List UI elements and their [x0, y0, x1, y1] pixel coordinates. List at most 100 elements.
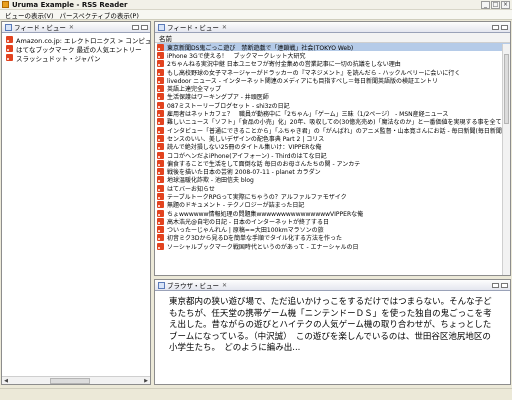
rss-feed-icon — [157, 68, 164, 76]
scroll-thumb[interactable] — [504, 54, 509, 124]
feed-view-tab[interactable]: フィード・ビュー ✕ — [155, 22, 510, 33]
feed-item[interactable]: 東京新聞DS鬼ごっこ遊び 禁断遊戯で「連鎖戦」社会(TOKYO Web) — [157, 43, 510, 52]
feed-item-label: ちょwwwwww情報処理の問題集wwwwwwwwwwwwwwwVIPPERな俺 — [167, 210, 364, 218]
feed-item-label: 偏食することで生活をして面倒な話 毎日のお母さんたちの関 - アンカテ — [167, 160, 361, 168]
rss-feed-icon — [157, 168, 164, 176]
rss-feed-icon — [157, 184, 164, 192]
feed-item-label: iPhone 3Gで使える！ ブックマークレット大研究 — [167, 52, 306, 60]
maximize-view-button[interactable] — [501, 24, 508, 30]
feed-item-label: はてバーお知らせ — [167, 185, 215, 193]
subscription-view-tab[interactable]: フィード・ビュー ✕ — [2, 22, 150, 33]
scroll-left-icon[interactable]: ◀ — [2, 377, 10, 385]
view-icon — [158, 281, 165, 289]
maximize-view-button[interactable] — [501, 282, 508, 288]
rss-feed-icon — [157, 242, 164, 250]
name-column-header[interactable]: 名前 — [155, 33, 510, 43]
subscription-item[interactable]: スラッシュドット・ジャパン — [6, 53, 150, 63]
feed-item-label: もし高校野球の女子マネージャーがドラッカーの『マネジメント』を読んだら - ハッ… — [167, 69, 461, 77]
feed-item-label: インタビュー「普通にできることから」「ふちゃき君」の「がんばれ」のアニメ監督・山… — [167, 127, 505, 135]
feed-view-tab-label: フィード・ビュー — [167, 24, 219, 32]
feed-item[interactable]: livedoor ニュース - インターネット関連のメディアにも目指すべし＝毎日… — [157, 76, 510, 84]
app-icon — [2, 1, 9, 8]
rss-feed-icon — [6, 45, 13, 52]
view-controls — [492, 282, 508, 288]
close-button[interactable]: × — [501, 0, 510, 9]
feed-item[interactable]: ココがヘンだよiPhone(アイフォーン) - Thirdのはてな日記 — [157, 151, 510, 159]
feed-item[interactable]: 難しいニュース「ソフト」「食品の小売」化」20年、吸収しての(30億兆売め)「魔… — [157, 118, 510, 126]
name-column-header-label: 名前 — [159, 34, 172, 43]
feed-item[interactable]: 初音ミク3Dから見るDを簡単な手順でタイル化する方法を作った — [157, 234, 510, 242]
feed-list: 東京新聞DS鬼ごっこ遊び 禁断遊戯で「連鎖戦」社会(TOKYO Web) iPho… — [155, 43, 510, 250]
feed-item[interactable]: インタビュー「普通にできることから」「ふちゃき君」の「がんばれ」のアニメ監督・山… — [157, 126, 510, 134]
minimize-view-button[interactable] — [492, 24, 499, 30]
feed-item[interactable]: ついったーじゃんれん | 原稿==大田100kmマラソンの旅 — [157, 226, 510, 234]
close-icon[interactable]: ✕ — [222, 282, 227, 289]
window-title: Uruma Example - RSS Reader — [12, 0, 128, 9]
view-icon — [5, 23, 12, 31]
rss-feed-icon — [157, 101, 164, 109]
title-bar: Uruma Example - RSS Reader _ □ × — [0, 0, 512, 10]
feed-item-label: ココがヘンだよiPhone(アイフォーン) - Thirdのはてな日記 — [167, 152, 327, 160]
rss-feed-icon — [157, 110, 164, 118]
article-text: 東京都内の狭い遊び場で、ただ追いかけっこをするだけではつまらない。そんな子どもた… — [169, 297, 492, 353]
rss-feed-icon — [157, 76, 164, 84]
feed-item[interactable]: 偏食することで生活をして面倒な話 毎日のお母さんたちの関 - アンカテ — [157, 159, 510, 167]
browser-view-tab-label: ブラウザ・ビュー — [167, 282, 219, 290]
feed-item[interactable]: 英語上達完全マップ — [157, 84, 510, 93]
feed-item-label: 無題のドキュメント - テクノロジーが詰まった日記 — [167, 202, 305, 209]
rss-feed-icon — [6, 36, 13, 43]
rss-feed-icon — [157, 209, 164, 217]
maximize-button[interactable]: □ — [491, 0, 500, 9]
feed-item-label: 戦後を描いた日本の芸術 2008-07-11 - planet カラダン — [167, 169, 321, 176]
vertical-scrollbar[interactable] — [502, 44, 510, 275]
rss-feed-icon — [157, 217, 164, 225]
rss-feed-icon — [157, 159, 164, 167]
rss-feed-icon — [157, 43, 164, 51]
feed-item[interactable]: 087ミストーリーブログセット - shi3zの日記 — [157, 101, 510, 109]
rss-feed-icon — [157, 151, 164, 159]
minimize-button[interactable]: _ — [481, 0, 490, 9]
browser-view-tab[interactable]: ブラウザ・ビュー ✕ — [155, 280, 510, 291]
minimize-view-button[interactable] — [132, 24, 139, 30]
feed-view: フィード・ビュー ✕ 名前 東京新聞DS鬼ごっこ遊び 禁断遊戯で「連鎖戦」社会(… — [154, 21, 511, 276]
feed-item[interactable]: 2ちゃんねる実況中継 日本ユニセフが寄付金集めの営業記事に一切の抗議をしない理由 — [157, 60, 510, 68]
rss-feed-icon — [157, 176, 164, 184]
menu-view[interactable]: ビューの表示(V) — [2, 10, 57, 20]
rss-feed-icon — [157, 93, 164, 101]
feed-item[interactable]: テーブルトークRPGって実際にちゃうの？アルファルファモザイク — [157, 192, 510, 201]
feed-item[interactable]: 生活保護はワーキングプア - 井頭医師 — [157, 93, 510, 101]
feed-item-label: 読んで絶対損しない25冊のタイトル集いけ：VIPPERな俺 — [167, 144, 322, 151]
feed-item[interactable]: はてバーお知らせ — [157, 184, 510, 192]
feed-item[interactable]: ソーシャルブックマーク戦国時代というのがあって - エナーシャルの日 — [157, 242, 510, 250]
close-icon[interactable]: ✕ — [222, 24, 227, 31]
minimize-view-button[interactable] — [492, 282, 499, 288]
rss-feed-icon — [157, 126, 164, 134]
maximize-view-button[interactable] — [141, 24, 148, 30]
menu-perspective[interactable]: パースペクティブの表示(P) — [57, 10, 142, 20]
status-bar — [0, 388, 512, 400]
feed-item[interactable]: 読んで絶対損しない25冊のタイトル集いけ：VIPPERな俺 — [157, 143, 510, 151]
rss-feed-icon — [157, 226, 164, 234]
rss-feed-icon — [157, 118, 164, 126]
scroll-right-icon[interactable]: ▶ — [142, 377, 150, 385]
feed-item[interactable]: 高木浩光@自宅の日記 - 日本のインターネットが終了する日 — [157, 217, 510, 226]
rss-feed-icon — [157, 60, 164, 68]
feed-item[interactable]: iPhone 3Gで使える！ ブックマークレット大研究 — [157, 51, 510, 60]
feed-item[interactable]: ちょwwwwww情報処理の問題集wwwwwwwwwwwwwwwVIPPERな俺 — [157, 209, 510, 217]
feed-item-label: 英語上達完全マップ — [167, 86, 222, 93]
rss-feed-icon — [157, 51, 164, 59]
feed-item-label: センスのいい、美しいデザインの配色事典 Part 2 | コリス — [167, 135, 325, 143]
feed-item[interactable]: 戦後を描いた日本の芸術 2008-07-11 - planet カラダン — [157, 167, 510, 176]
scroll-thumb[interactable] — [50, 377, 90, 384]
feed-item[interactable]: センスのいい、美しいデザインの配色事典 Part 2 | コリス — [157, 134, 510, 143]
feed-item[interactable]: 地球温暖化詐欺 - 池田信夫 blog — [157, 176, 510, 184]
feed-item-label: 雇用者はネットカフェ？ 職員が勤務中に「2ちゃん」「ゲーム」三昧（1/2ページ）… — [167, 111, 449, 118]
feed-item[interactable]: 無題のドキュメント - テクノロジーが詰まった日記 — [157, 201, 510, 209]
subscription-tree: Amazon.co.jp: エレクトロニクス > コンピュータ&ベスト はてなブ… — [2, 33, 150, 63]
close-icon[interactable]: ✕ — [69, 24, 74, 31]
feed-item-label: 高木浩光@自宅の日記 - 日本のインターネットが終了する日 — [167, 218, 329, 226]
horizontal-scrollbar[interactable]: ◀ ▶ — [2, 376, 150, 384]
feed-item[interactable]: 雇用者はネットカフェ？ 職員が勤務中に「2ちゃん」「ゲーム」三昧（1/2ページ）… — [157, 109, 510, 118]
feed-item[interactable]: もし高校野球の女子マネージャーがドラッカーの『マネジメント』を読んだら - ハッ… — [157, 68, 510, 76]
feed-item-label: 初音ミク3Dから見るDを簡単な手順でタイル化する方法を作った — [167, 235, 343, 243]
